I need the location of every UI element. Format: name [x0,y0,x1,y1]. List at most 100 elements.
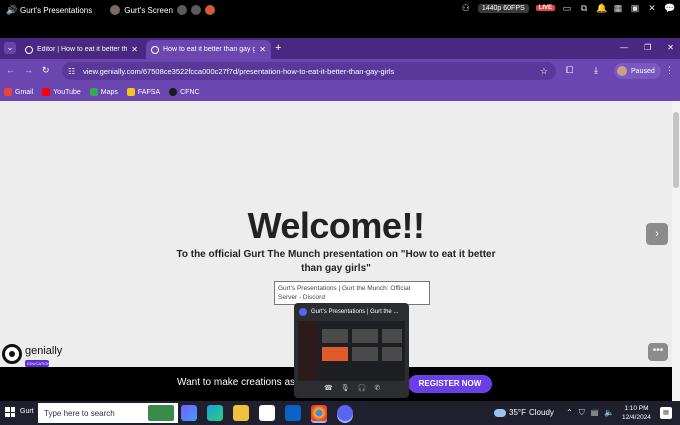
url-text: view.genially.com/67508ce3522fcca000c27f… [83,66,395,76]
scrollbar-thumb[interactable] [673,112,679,188]
search-highlight-icon [148,405,174,421]
close-icon[interactable]: ✕ [647,3,657,13]
bookmark-youtube[interactable]: YouTube [42,88,81,96]
bookmark-label: Maps [100,88,118,96]
site-info-icon[interactable]: ☷ [68,67,77,76]
url-field[interactable]: ☷ view.genially.com/67508ce3522fcca000c2… [62,62,556,80]
chrome-icon[interactable] [311,405,327,421]
avatar [617,66,627,76]
next-slide-button[interactable]: › [646,223,668,245]
bookmark-gmail[interactable]: Gmail [4,88,33,96]
stream-quality[interactable]: 1440p 60FPS [477,3,529,13]
genially-logo[interactable]: genially EDUCATION [2,341,62,367]
clock-time: 1:10 PM [624,405,649,412]
genially-favicon-icon [25,45,33,54]
notification-icon[interactable]: ▤ [660,407,672,419]
extensions-icon[interactable]: ⧠ [566,65,573,76]
volume-icon[interactable]: 🔈 [604,408,614,418]
bookmark-maps[interactable]: Maps [89,88,118,96]
start-icon[interactable] [5,407,15,417]
screen-item[interactable]: Gurt's Screen [110,5,215,15]
tab-editor[interactable]: Editor | How to eat it better than gay g… [20,40,143,59]
maximize-icon[interactable]: ❐ [644,43,651,52]
taskbar-apps [181,405,353,421]
discord-icon[interactable] [337,405,353,421]
page-subtitle: To the official Gurt The Munch presentat… [176,249,496,274]
forward-icon[interactable]: → [24,65,33,75]
bookmark-label: YouTube [53,88,81,96]
options-button[interactable]: ••• [648,343,668,361]
reload-icon[interactable]: ↻ [42,65,50,76]
screen-icon[interactable]: ▭ [562,3,572,13]
viewer-avatar [190,5,201,15]
people-icon[interactable]: ⚇ [461,3,471,13]
system-tray: ⌃ ⛉ ▤ 🔈 [566,408,614,418]
popout-icon[interactable]: ⧉ [579,3,589,13]
thumbnail-tile [322,347,348,361]
download-icon[interactable]: ⤓ [594,65,598,76]
minimize-icon[interactable]: — [620,43,628,52]
cfnc-icon [169,88,178,96]
thumbnail-tile [382,347,402,361]
clock-date: 12/4/2024 [622,414,651,421]
bookmark-fafsa[interactable]: FAFSA [126,88,160,96]
security-icon[interactable]: ⛉ [579,408,585,418]
edge-icon[interactable] [207,405,223,421]
thumbnail-tile [352,329,378,343]
close-tab-icon[interactable]: ✕ [131,45,138,54]
more-menu-icon[interactable]: ⋮ [665,65,674,76]
promo-text: Want to make creations as [177,377,296,388]
monitor-icon[interactable]: ▣ [630,3,640,13]
tab-bar: ⌄ Editor | How to eat it better than gay… [0,38,680,59]
back-icon[interactable]: ← [6,65,15,75]
maps-icon [89,88,98,96]
thumbnail-tile [382,329,402,343]
speaker-icon: 🔊 [6,5,18,15]
cloud-icon [494,408,506,417]
discord-preview-popup[interactable]: Gurt's Presentations | Gurt the ... ☎ 🎙 … [294,303,409,398]
copilot-icon[interactable] [181,405,197,421]
channel-item[interactable]: 🔊 Gurt's Presentations [6,5,92,15]
profile-button[interactable]: Paused [614,63,661,79]
disconnect-icon[interactable]: ☎ [324,384,333,392]
clock[interactable]: 1:10 PM 12/4/2024 [622,404,651,422]
genially-favicon-icon [151,45,159,54]
page-title: Welcome!! [247,205,425,246]
stream-thumbnail[interactable] [298,321,405,381]
chat-icon[interactable]: 💬 [664,3,675,13]
tab-search-icon[interactable]: ⌄ [4,42,16,54]
screen-name: Gurt's Screen [124,5,173,15]
popup-title: Gurt's Presentations | Gurt the ... [311,309,399,315]
new-tab-button[interactable]: + [275,42,281,54]
microphone-icon[interactable]: 🎙 [341,384,350,392]
chevron-up-icon[interactable]: ⌃ [566,408,573,418]
register-button[interactable]: REGISTER NOW [408,375,492,393]
channel-name: Gurt's Presentations [20,5,93,15]
close-tab-icon[interactable]: ✕ [259,45,266,54]
file-explorer-icon[interactable] [233,405,249,421]
headphones-icon[interactable]: 🎧 [358,384,367,392]
viewer-avatar [204,5,215,15]
user-avatar [110,5,121,15]
discord-icon [299,308,307,316]
weather-widget[interactable]: 35°F Cloudy [494,408,554,417]
youtube-icon [42,88,51,96]
bell-icon[interactable]: 🔔 [596,3,607,13]
logo-text: genially [25,345,63,357]
network-icon[interactable]: ▤ [591,408,599,418]
bookmark-star-icon[interactable]: ☆ [540,66,548,77]
bookmark-cfnc[interactable]: CFNC [169,88,200,96]
outlook-icon[interactable] [285,405,301,421]
tab-presentation[interactable]: How to eat it better than gay girls ✕ [146,40,271,59]
close-window-icon[interactable]: ✕ [667,43,674,52]
thumbnail-tile [352,347,378,361]
education-badge: EDUCATION [25,360,51,367]
store-icon[interactable] [259,405,275,421]
address-bar: ← → ↻ ☷ view.genially.com/67508ce3522fcc… [0,59,680,83]
grid-icon[interactable]: ▦ [613,3,623,13]
taskbar-search[interactable]: Type here to search [38,403,178,423]
window-controls: — ❐ ✕ [620,43,674,52]
gmail-icon [4,88,12,96]
call-icon[interactable]: ✆ [374,384,380,392]
search-placeholder: Type here to search [44,408,115,418]
